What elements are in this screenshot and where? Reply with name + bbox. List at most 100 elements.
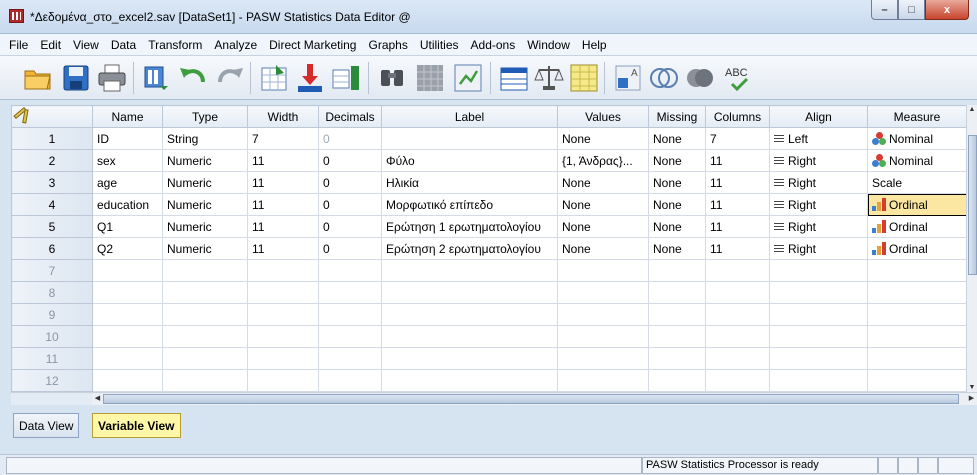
column-header-label[interactable]: Label: [381, 105, 558, 128]
cell-label[interactable]: Ηλικία: [381, 171, 558, 194]
cell-label[interactable]: Μορφωτικό επίπεδο: [381, 193, 558, 216]
menu-edit[interactable]: Edit: [34, 38, 67, 52]
cell-name[interactable]: Q1: [92, 215, 163, 238]
cell-measure[interactable]: Ordinal: [867, 193, 967, 216]
scroll-left-icon[interactable]: ◀: [92, 393, 103, 405]
cell-values[interactable]: [557, 259, 649, 282]
cell-values[interactable]: [557, 369, 649, 392]
cell-measure[interactable]: [867, 369, 967, 392]
cell-values[interactable]: None: [557, 215, 649, 238]
cell-measure[interactable]: Nominal: [867, 149, 967, 172]
cell-missing[interactable]: [648, 259, 706, 282]
row-number[interactable]: 6: [11, 237, 93, 260]
cell-label[interactable]: [381, 369, 558, 392]
cell-columns[interactable]: 11: [705, 171, 770, 194]
row-number[interactable]: 12: [11, 369, 93, 392]
print-icon[interactable]: [96, 62, 128, 94]
variables-icon[interactable]: [330, 62, 362, 94]
cell-type[interactable]: Numeric: [162, 193, 248, 216]
cell-missing[interactable]: None: [648, 193, 706, 216]
cell-align[interactable]: [769, 259, 868, 282]
column-header-align[interactable]: Align: [769, 105, 868, 128]
row-number[interactable]: 4: [11, 193, 93, 216]
cell-name[interactable]: education: [92, 193, 163, 216]
cell-measure[interactable]: Ordinal: [867, 215, 967, 238]
menu-transform[interactable]: Transform: [142, 38, 208, 52]
column-header-values[interactable]: Values: [557, 105, 649, 128]
cell-decimals[interactable]: [318, 303, 382, 326]
cell-align[interactable]: [769, 369, 868, 392]
column-header-width[interactable]: Width: [247, 105, 319, 128]
menu-window[interactable]: Window: [521, 38, 576, 52]
column-header-decimals[interactable]: Decimals: [318, 105, 382, 128]
cell-name[interactable]: [92, 369, 163, 392]
menu-graphs[interactable]: Graphs: [362, 38, 413, 52]
cell-columns[interactable]: [705, 347, 770, 370]
cell-columns[interactable]: 11: [705, 149, 770, 172]
menu-add-ons[interactable]: Add-ons: [465, 38, 522, 52]
cell-decimals[interactable]: 0: [318, 127, 382, 150]
recall-dialog-icon[interactable]: [140, 62, 172, 94]
cell-label[interactable]: [381, 127, 558, 150]
column-header-type[interactable]: Type: [162, 105, 248, 128]
scroll-right-icon[interactable]: ▶: [966, 393, 977, 405]
close-button[interactable]: x: [925, 0, 969, 20]
row-number[interactable]: 10: [11, 325, 93, 348]
cell-name[interactable]: ID: [92, 127, 163, 150]
row-number[interactable]: 7: [11, 259, 93, 282]
tab-data-view[interactable]: Data View: [13, 413, 80, 438]
cell-missing[interactable]: None: [648, 149, 706, 172]
row-number[interactable]: 8: [11, 281, 93, 304]
menu-view[interactable]: View: [67, 38, 105, 52]
menu-help[interactable]: Help: [576, 38, 613, 52]
column-header-name[interactable]: Name: [92, 105, 163, 128]
cell-label[interactable]: Ερώτηση 2 ερωτηματολογίου: [381, 237, 558, 260]
redo-icon[interactable]: [214, 62, 246, 94]
cell-decimals[interactable]: 0: [318, 215, 382, 238]
cell-width[interactable]: 11: [247, 149, 319, 172]
cell-align[interactable]: Right: [769, 237, 868, 260]
weight-cases-icon[interactable]: [533, 62, 565, 94]
cell-align[interactable]: [769, 347, 868, 370]
column-header-columns[interactable]: Columns: [705, 105, 770, 128]
row-number[interactable]: 3: [11, 171, 93, 194]
save-disk-icon[interactable]: [60, 62, 92, 94]
cell-type[interactable]: Numeric: [162, 171, 248, 194]
cell-columns[interactable]: [705, 303, 770, 326]
row-number[interactable]: 1: [11, 127, 93, 150]
insert-cases-icon[interactable]: [414, 62, 446, 94]
cell-decimals[interactable]: 0: [318, 193, 382, 216]
cell-type[interactable]: [162, 303, 248, 326]
cell-values[interactable]: None: [557, 127, 649, 150]
minimize-button[interactable]: –: [871, 0, 898, 20]
cell-decimals[interactable]: [318, 325, 382, 348]
cell-align[interactable]: [769, 303, 868, 326]
cell-decimals[interactable]: [318, 281, 382, 304]
cell-label[interactable]: [381, 325, 558, 348]
cell-width[interactable]: [247, 325, 319, 348]
cell-align[interactable]: [769, 281, 868, 304]
cell-name[interactable]: [92, 347, 163, 370]
open-folder-icon[interactable]: [22, 62, 54, 94]
cell-columns[interactable]: [705, 325, 770, 348]
cell-width[interactable]: 11: [247, 193, 319, 216]
cell-width[interactable]: 7: [247, 127, 319, 150]
cell-columns[interactable]: 11: [705, 215, 770, 238]
find-icon[interactable]: [376, 62, 408, 94]
cell-label[interactable]: [381, 281, 558, 304]
row-number[interactable]: 2: [11, 149, 93, 172]
cell-width[interactable]: [247, 259, 319, 282]
menu-file[interactable]: File: [3, 38, 34, 52]
show-all-variables-icon[interactable]: [684, 62, 716, 94]
cell-columns[interactable]: 11: [705, 193, 770, 216]
cell-measure[interactable]: Ordinal: [867, 237, 967, 260]
cell-name[interactable]: [92, 325, 163, 348]
title-bar[interactable]: *Δεδομένα_στο_excel2.sav [DataSet1] - PA…: [0, 0, 977, 34]
tab-variable-view[interactable]: Variable View: [92, 413, 181, 438]
cell-type[interactable]: [162, 325, 248, 348]
cell-values[interactable]: [557, 303, 649, 326]
use-sets-icon[interactable]: [648, 62, 680, 94]
cell-decimals[interactable]: [318, 347, 382, 370]
insert-variable-icon[interactable]: [452, 62, 484, 94]
cell-decimals[interactable]: 0: [318, 237, 382, 260]
